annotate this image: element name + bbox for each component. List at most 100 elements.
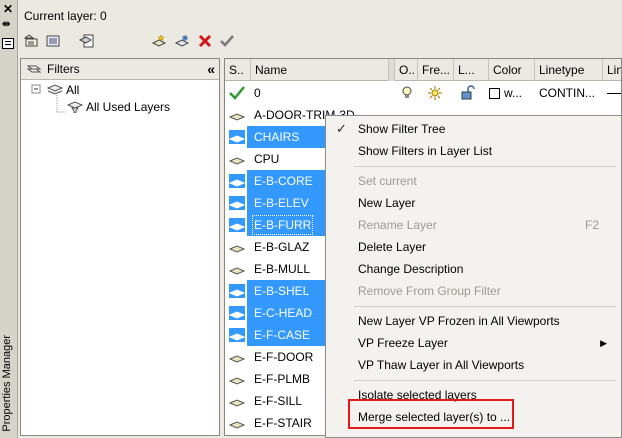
layer-icon [228, 196, 246, 210]
checkmark-icon: ✓ [336, 121, 347, 136]
menu-item-label: VP Thaw Layer in All Viewports [358, 358, 525, 372]
column-on[interactable]: O.. [395, 59, 418, 81]
menu-item-new-layer-vp-frozen[interactable]: New Layer VP Frozen in All Viewports [326, 310, 621, 332]
layer-name: E-F-SILL [254, 394, 303, 408]
new-group-filter-icon[interactable] [45, 33, 63, 49]
new-layer-vp-frozen-icon[interactable] [173, 33, 191, 49]
layer-name: CHAIRS [251, 126, 303, 148]
menu-item-label: Show Filters in Layer List [358, 144, 493, 158]
tree-item-all-used-layers[interactable]: All Used Layers [67, 99, 170, 115]
column-lineweight[interactable]: Lin [603, 59, 621, 81]
layer-name: E-B-GLAZ [254, 240, 310, 254]
menu-item-label: Change Description [358, 262, 464, 276]
menu-item-shortcut: F2 [584, 218, 599, 232]
annotation-highlight-box [348, 399, 514, 429]
layer-icon [228, 262, 246, 276]
tree-label: All [66, 83, 80, 97]
new-property-filter-icon[interactable] [23, 33, 41, 49]
menu-item-label: Show Filter Tree [358, 122, 446, 136]
layer-icon [228, 328, 246, 342]
column-color[interactable]: Color [489, 59, 535, 81]
current-layer-check-icon [229, 86, 245, 100]
new-layer-icon[interactable] [150, 33, 168, 49]
menu-item-label: Rename Layer [358, 218, 437, 232]
menu-item-remove-from-group-filter: Remove From Group Filter [326, 280, 621, 302]
menu-separator [354, 306, 616, 307]
toolbar [20, 28, 620, 54]
color-cell[interactable]: w... [489, 82, 533, 104]
layer-icon [228, 108, 246, 122]
layer-properties-manager: ✕ ⇹ Properties Manager Current layer: 0 [0, 0, 622, 438]
layer-name: E-B-FURR [251, 214, 315, 236]
layer-name: E-C-HEAD [251, 302, 316, 324]
filter-funnel-icon [27, 63, 43, 75]
menu-item-change-description[interactable]: Change Description [326, 258, 621, 280]
filters-title: Filters [47, 62, 80, 76]
column-freeze[interactable]: Fre... [418, 59, 454, 81]
layer-name: CPU [254, 152, 280, 166]
auto-hide-icon[interactable]: ⇹ [2, 19, 10, 30]
layer-icon [228, 350, 246, 364]
layer-name: E-B-MULL [254, 262, 311, 276]
menu-separator [354, 380, 616, 381]
close-icon[interactable]: ✕ [3, 2, 13, 16]
column-status[interactable]: S.. [225, 59, 251, 81]
menu-item-label: Set current [358, 174, 417, 188]
layer-icon [228, 394, 246, 408]
layer-name: E-F-CASE [251, 324, 314, 346]
menu-item-show-filters-in-layer-list[interactable]: Show Filters in Layer List [326, 140, 621, 162]
layer-name: E-B-CORE [251, 170, 316, 192]
delete-layer-icon[interactable] [196, 33, 214, 49]
menu-item-new-layer[interactable]: New Layer [326, 192, 621, 214]
submenu-arrow-icon: ▶ [600, 338, 607, 348]
menu-item-label: Remove From Group Filter [358, 284, 501, 298]
layer-name: E-F-DOOR [254, 350, 314, 364]
layer-icon [228, 284, 246, 298]
layer-name: E-F-PLMB [254, 372, 311, 386]
menu-item-label: VP Freeze Layer [358, 336, 448, 350]
menu-item-label: New Layer VP Frozen in All Viewports [358, 314, 560, 328]
filter-icon [67, 101, 83, 113]
menu-item-rename-layer: Rename Layer F2 [326, 214, 621, 236]
lightbulb-on-icon[interactable] [401, 82, 413, 104]
lineweight-cell[interactable] [603, 82, 621, 104]
layer-name: E-B-ELEV [251, 192, 312, 214]
menu-item-label: New Layer [358, 196, 416, 210]
layer-name: 0 [254, 86, 261, 100]
column-lock[interactable]: L... [454, 59, 489, 81]
menu-item-vp-thaw-layer[interactable]: VP Thaw Layer in All Viewports [326, 354, 621, 376]
column-linetype[interactable]: Linetype [535, 59, 603, 81]
menu-separator [354, 166, 616, 167]
layer-stack-icon [47, 84, 63, 96]
set-current-icon[interactable] [218, 33, 236, 49]
layer-name: E-F-STAIR [254, 416, 312, 430]
tree-item-all[interactable]: All [47, 82, 79, 98]
color-name: w... [504, 86, 523, 100]
layer-icon [228, 174, 246, 188]
layer-icon [228, 218, 246, 232]
context-menu: ✓ Show Filter Tree Show Filters in Layer… [325, 115, 622, 438]
menu-item-show-filter-tree[interactable]: ✓ Show Filter Tree [326, 118, 621, 140]
layer-icon [228, 152, 246, 166]
filters-header: Filters « [21, 59, 219, 80]
menu-item-delete-layer[interactable]: Delete Layer [326, 236, 621, 258]
layer-icon [228, 130, 246, 144]
filters-pane: Filters « All All Used Layers [20, 58, 220, 436]
layer-icon [228, 416, 246, 430]
column-name[interactable]: Name [251, 59, 389, 81]
layer-icon [228, 306, 246, 320]
collapse-filters-icon[interactable]: « [207, 61, 215, 77]
menu-item-label: Delete Layer [358, 240, 427, 254]
menu-item-vp-freeze-layer[interactable]: VP Freeze Layer ▶ [326, 332, 621, 354]
unlocked-icon[interactable] [461, 82, 475, 104]
current-layer-label: Current layer: 0 [24, 9, 107, 23]
layer-states-manager-icon[interactable] [78, 33, 96, 49]
properties-icon[interactable] [2, 38, 14, 49]
layer-icon [228, 372, 246, 386]
layer-icon [228, 240, 246, 254]
layer-row[interactable]: 0 w... CONTIN... [225, 82, 621, 104]
sun-thaw-icon[interactable] [427, 82, 443, 104]
tree-label: All Used Layers [86, 100, 171, 114]
layer-name: E-B-SHEL [251, 280, 313, 302]
linetype-cell[interactable]: CONTIN... [539, 82, 603, 104]
